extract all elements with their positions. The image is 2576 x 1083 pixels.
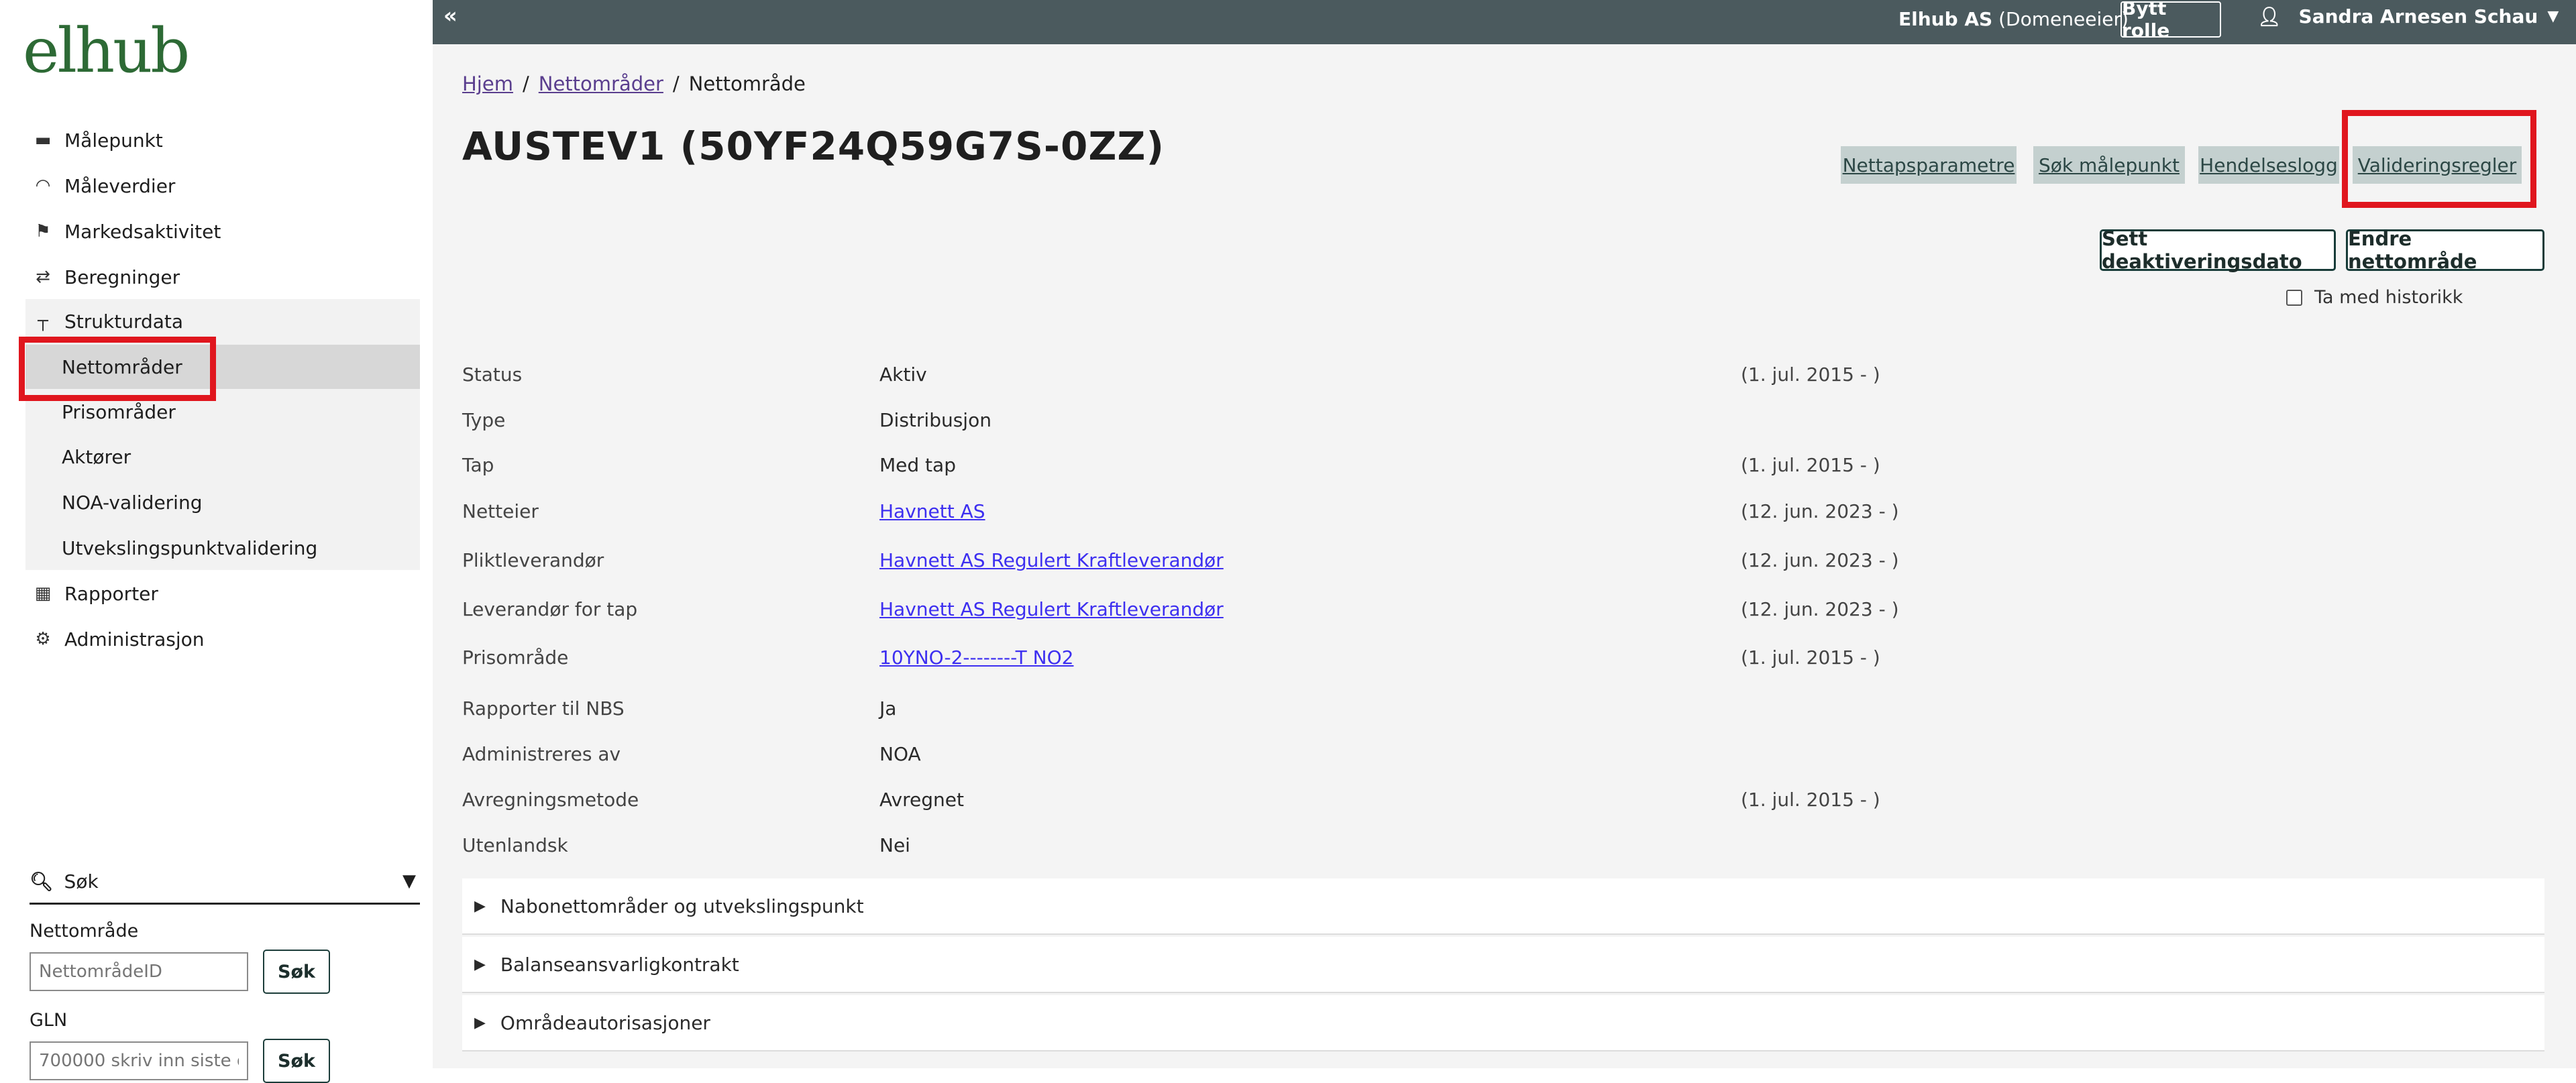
sidebar-item-label: Administrasjon (64, 628, 205, 650)
gln-search-button[interactable]: Søk (263, 1039, 330, 1083)
chevron-down-icon: ▼ (2547, 8, 2559, 25)
calculation-icon: ⇄ (36, 267, 50, 287)
sidebar-item-label: Utvekslingspunktvalidering (62, 536, 318, 559)
table-icon: ▦ (34, 583, 52, 604)
sidebar-item-label: Strukturdata (64, 310, 184, 333)
detail-row-pliktleverandor: Pliktleverandør Havnett AS Regulert Kraf… (462, 549, 1899, 571)
gauge-icon: ◠ (35, 176, 51, 196)
organization-name: Elhub AS (1898, 8, 1993, 30)
detail-row-avregningsmetode: Avregningsmetode Avregnet (1. jul. 2015 … (462, 789, 1880, 811)
elhub-logo[interactable]: elhub (23, 15, 190, 87)
search-icon: 🔍︎ (30, 870, 54, 893)
nettomrade-search-button[interactable]: Søk (263, 950, 330, 994)
highlight-box-nettomrader (19, 337, 216, 401)
flag-icon: ⚑ (35, 221, 51, 241)
accordion-balanseansvarligkontrakt[interactable]: ▶ Balanseansvarligkontrakt (462, 937, 2544, 993)
prisomrade-link[interactable]: 10YNO-2--------T NO2 (879, 646, 1073, 669)
organization-role: (Domeneeier) (1998, 8, 2129, 30)
sidebar-item-label: NOA-validering (62, 491, 203, 514)
netteier-link[interactable]: Havnett AS (879, 500, 985, 522)
detail-row-prisomrade: Prisområde 10YNO-2--------T NO2 (1. jul.… (462, 646, 1880, 669)
tab-nettapsparametre[interactable]: Nettapsparametre (1841, 146, 2017, 184)
detail-row-status: Status Aktiv (1. jul. 2015 - ) (462, 363, 1880, 386)
breadcrumb-current: Nettområde (688, 72, 806, 95)
sidebar-item-utvekslingspunktvalidering[interactable]: Utvekslingspunktvalidering (0, 526, 420, 570)
search-toggle[interactable]: 🔍︎ Søk ▼ (30, 860, 420, 905)
top-bar: « Elhub AS (Domeneeier) Bytt rolle 👤︎ Sa… (433, 0, 2576, 44)
detail-row-administreres-av: Administreres av NOA (462, 743, 921, 765)
include-history-label: Ta med historikk (2314, 287, 2463, 308)
user-name: Sandra Arnesen Schau (2298, 5, 2538, 27)
nettomrade-input[interactable] (30, 952, 248, 991)
sidebar-item-label: Markedsaktivitet (64, 220, 221, 243)
sidebar-item-label: Rapporter (64, 582, 158, 605)
include-history-checkbox[interactable] (2286, 289, 2302, 306)
detail-row-utenlandsk: Utenlandsk Nei (462, 834, 910, 856)
breadcrumb-hjem[interactable]: Hjem (462, 72, 513, 95)
sidebar-item-label: Prisområder (62, 400, 176, 423)
chevron-down-icon: ▼ (402, 871, 416, 891)
accordion-nabonettomrader[interactable]: ▶ Nabonettområder og utvekslingspunkt (462, 878, 2544, 935)
main-content: Hjem / Nettområder / Nettområde AUSTEV1 (50Y… (433, 44, 2576, 1068)
accordion-omradeautorisasjoner[interactable]: ▶ Områdeautorisasjoner (462, 995, 2544, 1051)
sidebar-item-label: Aktører (62, 445, 131, 468)
collapse-sidebar-icon[interactable]: « (443, 3, 458, 28)
tab-sok-malepunkt[interactable]: Søk målepunkt (2033, 146, 2185, 184)
sidebar-item-label: Målepunkt (64, 129, 163, 152)
detail-row-type: Type Distribusjon (462, 409, 991, 431)
tab-hendelseslogg[interactable]: Hendelseslogg (2198, 146, 2339, 184)
detail-row-netteier: Netteier Havnett AS (12. jun. 2023 - ) (462, 500, 1899, 522)
caret-right-icon: ▶ (474, 897, 486, 915)
user-icon: 👤︎ (2257, 5, 2282, 27)
gln-label: GLN (30, 1010, 68, 1031)
sidebar-item-label: Måleverdier (64, 174, 176, 197)
sidebar-item-rapporter[interactable]: ▦ Rapporter (0, 571, 420, 616)
breadcrumb: Hjem / Nettområder / Nettområde (462, 72, 806, 95)
sidebar-item-aktorer[interactable]: Aktører (0, 435, 420, 479)
user-menu[interactable]: 👤︎ Sandra Arnesen Schau ▼ (2257, 5, 2559, 27)
search-title: Søk (64, 870, 99, 893)
meter-icon: ▬ (34, 130, 52, 150)
leverandor-for-tap-link[interactable]: Havnett AS Regulert Kraftleverandør (879, 598, 1224, 620)
detail-row-rapporter-til-nbs: Rapporter til NBS Ja (462, 697, 897, 720)
caret-right-icon: ▶ (474, 1014, 486, 1031)
sidebar: elhub ▬ Målepunkt ◠ Måleverdier ⚑ Marked… (0, 0, 433, 1083)
organization-info: Elhub AS (Domeneeier) (1898, 8, 2129, 30)
sidebar-item-markedsaktivitet[interactable]: ⚑ Markedsaktivitet (0, 209, 420, 253)
sidebar-item-administrasjon[interactable]: ⚙ Administrasjon (0, 617, 420, 661)
detail-row-leverandor-for-tap: Leverandør for tap Havnett AS Regulert K… (462, 598, 1899, 620)
include-history-option[interactable]: Ta med historikk (2286, 287, 2463, 308)
highlight-box-valideringsregler (2342, 110, 2536, 208)
search-panel: 🔍︎ Søk ▼ Nettområde Søk GLN Søk (30, 860, 420, 1083)
caret-right-icon: ▶ (474, 956, 486, 973)
pliktleverandor-link[interactable]: Havnett AS Regulert Kraftleverandør (879, 549, 1224, 571)
gln-input[interactable] (30, 1041, 248, 1080)
detail-row-tap: Tap Med tap (1. jul. 2015 - ) (462, 454, 1880, 476)
edit-network-area-button[interactable]: Endre nettområde (2346, 227, 2544, 273)
sidebar-item-malepunkt[interactable]: ▬ Målepunkt (0, 118, 420, 162)
nettomrade-label: Nettområde (30, 921, 139, 942)
power-pole-icon: ┬ (38, 311, 48, 331)
page-title: AUSTEV1 (50YF24Q59G7S-0ZZ) (462, 123, 1165, 169)
switch-role-button[interactable]: Bytt rolle (2121, 0, 2221, 42)
gear-icon: ⚙ (35, 629, 51, 649)
sidebar-item-noa-validering[interactable]: NOA-validering (0, 480, 420, 524)
sidebar-item-label: Beregninger (64, 266, 180, 288)
sidebar-item-maleverdier[interactable]: ◠ Måleverdier (0, 164, 420, 208)
sidebar-item-beregninger[interactable]: ⇄ Beregninger (0, 255, 420, 299)
breadcrumb-nettomrader[interactable]: Nettområder (539, 72, 663, 95)
set-deactivation-date-button[interactable]: Sett deaktiveringsdato (2100, 227, 2336, 273)
